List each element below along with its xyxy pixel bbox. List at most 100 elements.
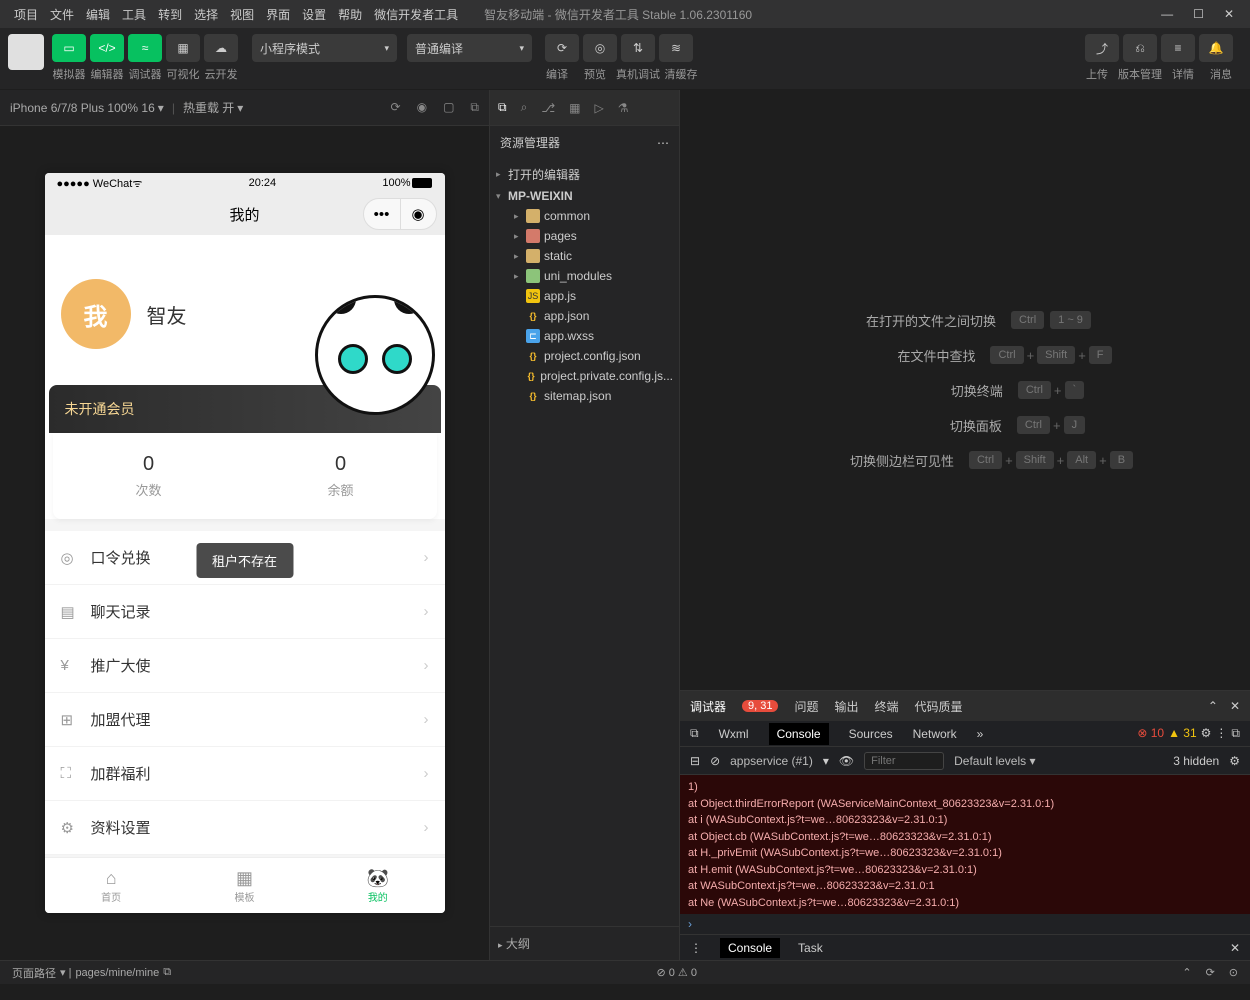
bug-icon[interactable]: ⌃	[1182, 966, 1191, 979]
tab-template[interactable]: ▦模板	[178, 858, 311, 913]
debug-icon[interactable]: ▷	[594, 101, 603, 115]
refresh-icon[interactable]: ⟳	[391, 100, 401, 115]
tab-output[interactable]: 输出	[835, 698, 859, 715]
tab-quality[interactable]: 代码质量	[915, 698, 963, 715]
subtab-wxml[interactable]: Wxml	[719, 727, 749, 741]
hot-reload-toggle[interactable]: 热重载 开	[183, 99, 234, 116]
simulator-button[interactable]: ▭	[52, 34, 86, 62]
list-item[interactable]: ⊞加盟代理›	[45, 693, 445, 747]
message-button[interactable]: 🔔	[1199, 34, 1233, 62]
folder-item[interactable]: ▸static	[496, 246, 673, 266]
gear-icon[interactable]: ⚙	[1201, 726, 1212, 741]
problem-counts[interactable]: ⊘ 0 ⚠ 0	[656, 966, 696, 979]
clear-cache-button[interactable]: ≋	[659, 34, 693, 62]
close-icon[interactable]: ✕	[1224, 7, 1234, 21]
subtab-sources[interactable]: Sources	[849, 727, 893, 741]
maximize-icon[interactable]: ☐	[1193, 7, 1204, 21]
plugin-icon[interactable]: ⚗	[618, 101, 629, 115]
compile-button[interactable]: ⟳	[545, 34, 579, 62]
file-item[interactable]: {}sitemap.json	[496, 386, 673, 406]
detail-button[interactable]: ≡	[1161, 34, 1195, 62]
close-panel-icon[interactable]: ✕	[1230, 699, 1240, 713]
tab-home[interactable]: ⌂首页	[45, 858, 178, 913]
rotate-icon[interactable]: ▢	[443, 100, 454, 115]
folder-item[interactable]: ▸common	[496, 206, 673, 226]
more-icon[interactable]: •••	[364, 199, 400, 229]
menu-file[interactable]: 文件	[44, 6, 80, 23]
tab-terminal[interactable]: 终端	[875, 698, 899, 715]
menu-edit[interactable]: 编辑	[80, 6, 116, 23]
subtab-network[interactable]: Network	[913, 727, 957, 741]
menu-ui[interactable]: 界面	[260, 6, 296, 23]
error-count[interactable]: ⊗ 10	[1137, 726, 1164, 741]
close-drawer-icon[interactable]: ✕	[1230, 941, 1240, 955]
record-icon[interactable]: ◉	[417, 100, 427, 115]
preview-button[interactable]: ◎	[583, 34, 617, 62]
more-tabs-icon[interactable]: »	[977, 727, 984, 741]
folder-item[interactable]: ▸pages	[496, 226, 673, 246]
subtab-console[interactable]: Console	[769, 723, 829, 745]
file-item[interactable]: JSapp.js	[496, 286, 673, 306]
list-item[interactable]: ▤聊天记录›	[45, 585, 445, 639]
filter-input[interactable]	[864, 752, 944, 770]
eye-icon[interactable]: 👁	[839, 754, 854, 768]
menu-settings[interactable]: 设置	[296, 6, 332, 23]
extensions-icon[interactable]: ▦	[569, 101, 580, 115]
file-item[interactable]: ⊏app.wxss	[496, 326, 673, 346]
footer-task[interactable]: Task	[798, 941, 823, 955]
list-item[interactable]: ¥推广大使›	[45, 639, 445, 693]
file-item[interactable]: {}project.private.config.js...	[496, 366, 673, 386]
drawer-toggle-icon[interactable]: ⋮	[690, 941, 702, 955]
file-item[interactable]: {}app.json	[496, 306, 673, 326]
user-avatar[interactable]	[8, 34, 44, 70]
tab-problems[interactable]: 问题	[794, 698, 818, 715]
upload-button[interactable]: ⤴	[1085, 34, 1119, 62]
more-icon[interactable]: ⋯	[657, 136, 669, 150]
sync-icon[interactable]: ⟳	[1206, 966, 1215, 979]
capsule[interactable]: ••• ◉	[363, 198, 437, 230]
folder-item[interactable]: ▸uni_modules	[496, 266, 673, 286]
editor-button[interactable]: </>	[90, 34, 124, 62]
open-editors-section[interactable]: ▸打开的编辑器	[496, 163, 673, 186]
menu-select[interactable]: 选择	[188, 6, 224, 23]
dock-icon[interactable]: ⧉	[1231, 726, 1240, 741]
stat-balance[interactable]: 0 余额	[245, 453, 437, 499]
menu-help[interactable]: 帮助	[332, 6, 368, 23]
search-icon[interactable]: ⌕	[521, 100, 528, 115]
remote-debug-button[interactable]: ⇅	[621, 34, 655, 62]
files-tab-icon[interactable]: ⧉	[498, 100, 507, 115]
context-dropdown[interactable]: appservice (#1)	[730, 754, 813, 768]
copy-icon[interactable]: ⧉	[163, 966, 171, 979]
project-root[interactable]: ▾MP-WEIXIN	[496, 186, 673, 206]
tree-icon[interactable]: ⊟	[690, 754, 700, 768]
outline-section[interactable]: ▸ 大纲	[490, 926, 679, 960]
kebab-icon[interactable]: ⋮	[1215, 726, 1227, 741]
popout-icon[interactable]: ⧉	[470, 100, 479, 115]
tab-debugger[interactable]: 调试器	[690, 698, 726, 715]
menu-view[interactable]: 视图	[224, 6, 260, 23]
file-item[interactable]: {}project.config.json	[496, 346, 673, 366]
list-item[interactable]: ⛶加群福利›	[45, 747, 445, 801]
visualize-button[interactable]: ▦	[166, 34, 200, 62]
menu-tools[interactable]: 工具	[116, 6, 152, 23]
clear-icon[interactable]: ⊘	[710, 754, 720, 768]
compile-mode-dropdown[interactable]: 普通编译	[407, 34, 532, 62]
menu-devtools[interactable]: 微信开发者工具	[368, 6, 464, 23]
stat-count[interactable]: 0 次数	[53, 453, 245, 499]
minimize-icon[interactable]: —	[1161, 7, 1173, 21]
device-selector[interactable]: iPhone 6/7/8 Plus 100% 16	[10, 101, 155, 115]
console-prompt[interactable]: ›	[680, 914, 1250, 934]
levels-dropdown[interactable]: Default levels ▾	[954, 754, 1035, 768]
console-output[interactable]: 1) at Object.thirdErrorReport (WAService…	[680, 775, 1250, 914]
tab-mine[interactable]: 🐼我的	[311, 858, 444, 913]
menu-project[interactable]: 项目	[8, 6, 44, 23]
debugger-button[interactable]: ≈	[128, 34, 162, 62]
target-icon[interactable]: ◉	[400, 199, 436, 229]
version-button[interactable]: ⎌	[1123, 34, 1157, 62]
warning-count[interactable]: ▲ 31	[1168, 726, 1197, 741]
inspect-icon[interactable]: ⧉	[690, 726, 699, 741]
profile-avatar[interactable]: 我	[61, 279, 131, 349]
settings-icon[interactable]: ⚙	[1229, 754, 1240, 768]
route-path[interactable]: pages/mine/mine	[75, 967, 159, 979]
mode-dropdown[interactable]: 小程序模式	[252, 34, 397, 62]
